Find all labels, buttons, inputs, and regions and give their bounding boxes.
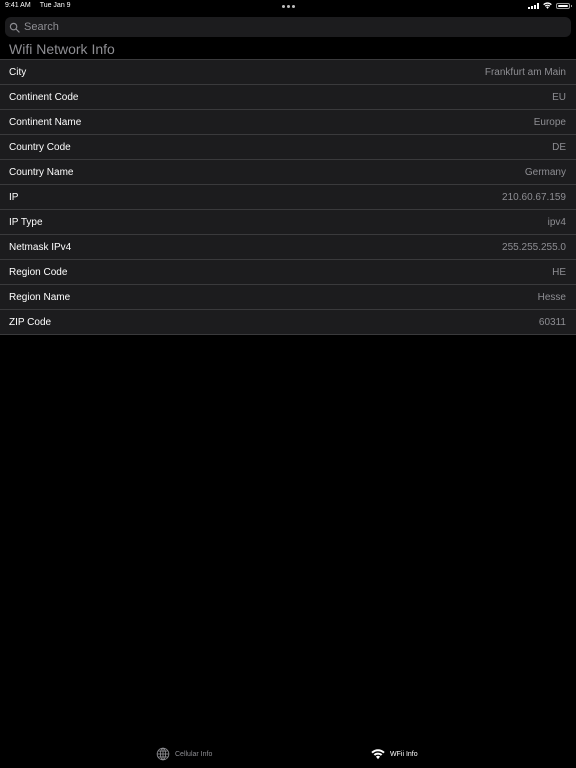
table-row[interactable]: ZIP Code 60311 bbox=[0, 310, 576, 334]
row-key: Region Code bbox=[9, 266, 68, 278]
tab-cellular-info[interactable]: Cellular Info bbox=[156, 747, 212, 761]
status-bar: 9:41 AM Tue Jan 9 bbox=[0, 0, 576, 12]
table-row[interactable]: IP Type ipv4 bbox=[0, 210, 576, 235]
table-row[interactable]: Continent Code EU bbox=[0, 85, 576, 110]
row-key: Continent Code bbox=[9, 91, 79, 103]
table-row[interactable]: Continent Name Europe bbox=[0, 110, 576, 135]
row-key: Country Code bbox=[9, 141, 71, 153]
row-value: 210.60.67.159 bbox=[502, 191, 566, 203]
wifi-icon bbox=[371, 749, 385, 760]
wifi-status-icon bbox=[543, 2, 552, 9]
row-key: Continent Name bbox=[9, 116, 82, 128]
search-bar[interactable] bbox=[5, 17, 571, 37]
status-left: 9:41 AM Tue Jan 9 bbox=[5, 2, 71, 9]
tab-bar: Cellular Info WFii Info bbox=[0, 740, 576, 768]
status-date: Tue Jan 9 bbox=[39, 2, 71, 9]
table-row[interactable]: IP 210.60.67.159 bbox=[0, 185, 576, 210]
row-key: City bbox=[9, 66, 27, 78]
cellular-signal-icon bbox=[528, 2, 539, 9]
row-value: Germany bbox=[524, 166, 566, 178]
row-value: HE bbox=[552, 266, 566, 278]
table-row[interactable]: Region Name Hesse bbox=[0, 285, 576, 310]
table-row[interactable]: Country Code DE bbox=[0, 135, 576, 160]
table-row[interactable]: Region Code HE bbox=[0, 260, 576, 285]
row-key: IP bbox=[9, 191, 19, 203]
screen: 9:41 AM Tue Jan 9 Wifi Network Info bbox=[0, 0, 576, 768]
row-key: Netmask IPv4 bbox=[9, 241, 72, 253]
row-value: EU bbox=[552, 91, 566, 103]
table-row[interactable]: City Frankfurt am Main bbox=[0, 60, 576, 85]
page-title: Wifi Network Info bbox=[9, 41, 115, 57]
row-key: Country Name bbox=[9, 166, 74, 178]
multitasking-dots-icon[interactable] bbox=[282, 5, 295, 8]
row-key: ZIP Code bbox=[9, 316, 52, 328]
table-row[interactable]: Netmask IPv4 255.255.255.0 bbox=[0, 235, 576, 260]
row-key: Region Name bbox=[9, 291, 71, 303]
search-icon bbox=[9, 22, 20, 33]
row-value: ipv4 bbox=[547, 216, 566, 228]
globe-icon bbox=[156, 747, 170, 761]
row-value: Frankfurt am Main bbox=[484, 66, 566, 78]
row-value: Hesse bbox=[537, 291, 566, 303]
table-row[interactable]: Country Name Germany bbox=[0, 160, 576, 185]
tab-cellular-label: Cellular Info bbox=[175, 750, 213, 758]
row-value: Europe bbox=[533, 116, 566, 128]
status-right bbox=[528, 2, 572, 9]
tab-wifi-info[interactable]: WFii Info bbox=[371, 747, 418, 761]
tab-wifi-label: WFii Info bbox=[390, 750, 418, 758]
info-table: City Frankfurt am Main Continent Code EU… bbox=[0, 59, 576, 335]
search-input[interactable] bbox=[24, 21, 524, 33]
row-value: 60311 bbox=[538, 316, 566, 328]
row-value: 255.255.255.0 bbox=[502, 241, 566, 253]
row-key: IP Type bbox=[9, 216, 43, 228]
battery-icon bbox=[556, 2, 572, 9]
status-time: 9:41 AM bbox=[5, 2, 31, 9]
row-value: DE bbox=[552, 141, 566, 153]
